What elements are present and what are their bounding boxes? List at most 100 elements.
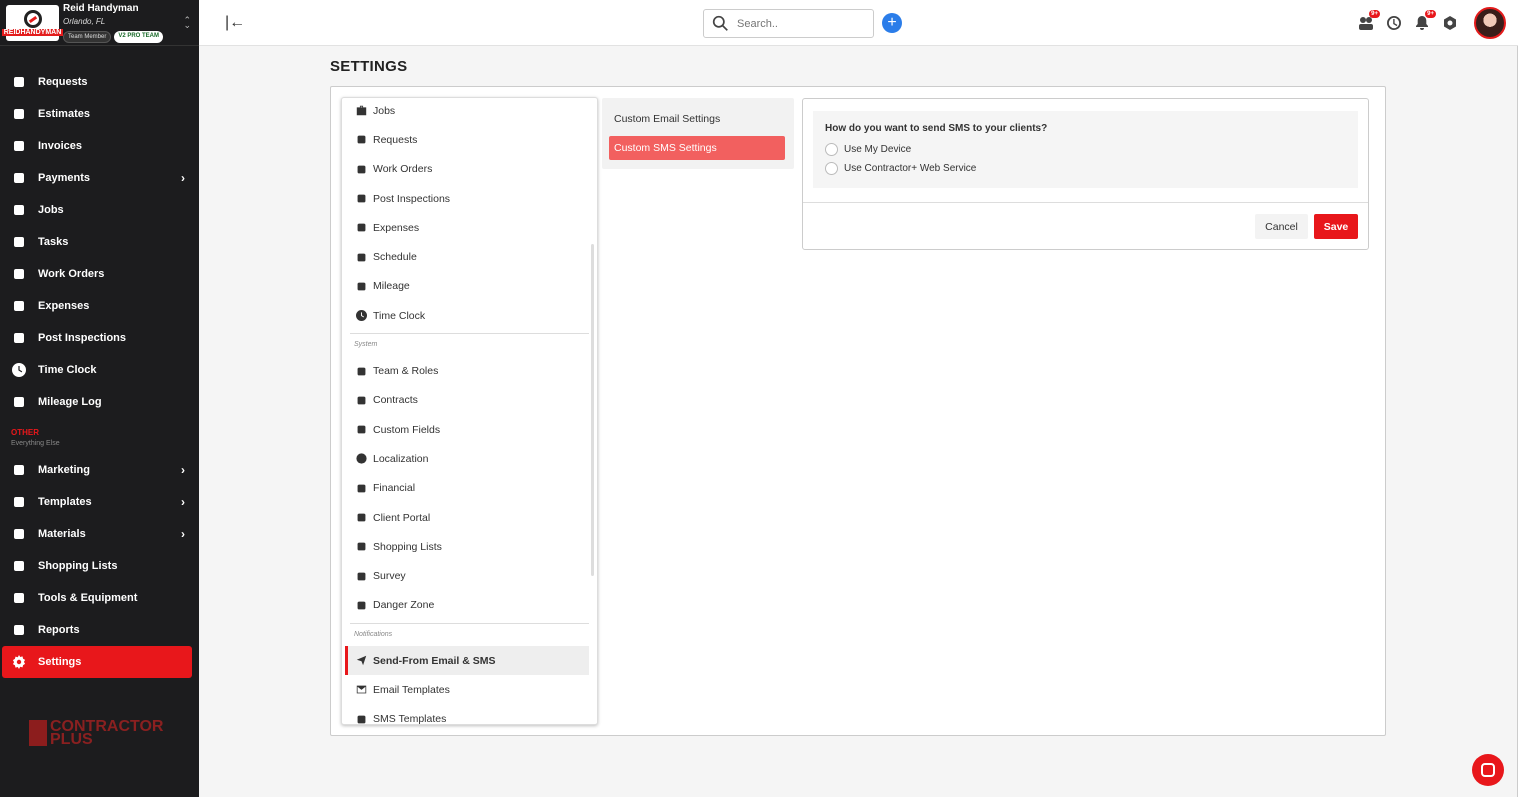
settings-menu-item-contracts[interactable]: Contracts: [342, 386, 597, 415]
sidebar-item-requests[interactable]: Requests: [0, 66, 199, 98]
invoices-icon: [11, 139, 26, 154]
settings-menu-item-time-clock[interactable]: Time Clock: [342, 301, 597, 330]
settings-menu-item-send-from-email-sms[interactable]: Send-From Email & SMS: [345, 646, 589, 676]
settings-menu-item-financial[interactable]: Financial: [342, 474, 597, 503]
clock-icon: [356, 310, 367, 322]
quick-add-button[interactable]: +: [882, 13, 902, 33]
expenses-icon: [11, 299, 26, 314]
payments-icon: [11, 171, 26, 186]
search-icon: [712, 15, 728, 31]
sidebar-item-work-orders[interactable]: Work Orders: [0, 258, 199, 290]
settings-menu-item-team-roles[interactable]: Team & Roles: [342, 356, 597, 385]
history-clock-icon[interactable]: [1386, 15, 1402, 31]
clock-icon: [11, 363, 26, 378]
sidebar-item-estimates[interactable]: Estimates: [0, 98, 199, 130]
user-avatar[interactable]: [1474, 7, 1506, 39]
settings-menu-item-localization[interactable]: Localization: [342, 444, 597, 473]
requests-icon: [356, 134, 367, 145]
use-web-service-option[interactable]: Use Contractor+ Web Service: [825, 162, 976, 175]
settings-menu-item-mileage[interactable]: Mileage: [342, 272, 597, 301]
gear-icon: [11, 655, 26, 670]
settings-menu-label: Send-From Email & SMS: [373, 654, 496, 667]
chevron-right-icon: ›: [181, 463, 185, 477]
settings-menu-item-jobs[interactable]: Jobs: [342, 98, 597, 125]
sidebar-item-tools-equipment[interactable]: Tools & Equipment: [0, 582, 199, 614]
cancel-button[interactable]: Cancel: [1255, 214, 1308, 239]
requests-icon: [11, 75, 26, 90]
sidebar-item-label: Work Orders: [38, 268, 105, 280]
sidebar-item-jobs[interactable]: Jobs: [0, 194, 199, 226]
search-input[interactable]: [737, 17, 857, 30]
settings-menu-item-sms-templates[interactable]: SMS Templates: [342, 705, 597, 724]
settings-menu-item-email-templates[interactable]: Email Templates: [342, 675, 597, 704]
sidebar-item-label: Shopping Lists: [38, 560, 118, 572]
team-chat-icon[interactable]: 9+: [1358, 10, 1380, 31]
materials-icon: [11, 527, 26, 542]
sidebar-item-label: Tools & Equipment: [38, 592, 138, 604]
chat-icon: [1481, 763, 1495, 777]
sidebar-item-payments[interactable]: Payments ›: [0, 162, 199, 194]
jobs-icon: [11, 203, 26, 218]
chevron-right-icon: ›: [181, 527, 185, 541]
bell-icon[interactable]: 9+: [1414, 10, 1436, 31]
support-chat-button[interactable]: [1472, 754, 1504, 786]
save-button[interactable]: Save: [1314, 214, 1358, 239]
post-inspections-icon: [356, 193, 367, 204]
estimates-icon: [11, 107, 26, 122]
settings-menu-label: Client Portal: [373, 511, 431, 524]
settings-menu-item-client-portal[interactable]: Client Portal: [342, 503, 597, 532]
reports-icon: [11, 623, 26, 638]
sidebar-item-tasks[interactable]: Tasks: [0, 226, 199, 258]
sidebar-item-time-clock[interactable]: Time Clock: [0, 354, 199, 386]
settings-menu-item-shopping-lists[interactable]: Shopping Lists: [342, 532, 597, 561]
settings-menu: Jobs Requests Work Orders Post Inspections E…: [341, 97, 598, 725]
settings-menu-item-requests[interactable]: Requests: [342, 125, 597, 154]
tools-icon: [11, 591, 26, 606]
settings-menu-label: Expenses: [373, 221, 420, 234]
sidebar-item-shopping-lists[interactable]: Shopping Lists: [0, 550, 199, 582]
sidebar-item-invoices[interactable]: Invoices: [0, 130, 199, 162]
settings-menu-item-post-inspections[interactable]: Post Inspections: [342, 184, 597, 213]
settings-menu-label: Shopping Lists: [373, 540, 442, 553]
plan-badge: V2 PRO TEAM: [114, 30, 164, 43]
settings-menu-item-custom-fields[interactable]: Custom Fields: [342, 415, 597, 444]
sidebar-item-settings[interactable]: Settings: [2, 646, 192, 678]
radio-button[interactable]: [825, 143, 838, 156]
settings-menu-label: Localization: [373, 452, 429, 465]
briefcase-icon: [356, 105, 367, 116]
collapse-sidebar-icon[interactable]: |←: [225, 14, 245, 32]
send-from-submenu: Custom Email Settings Custom SMS Setting…: [602, 98, 794, 169]
client-portal-icon: [356, 512, 367, 523]
sidebar-item-post-inspections[interactable]: Post Inspections: [0, 322, 199, 354]
sidebar-item-templates[interactable]: Templates ›: [0, 486, 199, 518]
custom-sms-settings-tab[interactable]: Custom SMS Settings: [609, 136, 785, 160]
settings-menu-item-survey[interactable]: Survey: [342, 561, 597, 590]
custom-email-settings-tab[interactable]: Custom Email Settings: [609, 107, 785, 131]
settings-menu-item-work-orders[interactable]: Work Orders: [342, 155, 597, 184]
radio-button[interactable]: [825, 162, 838, 175]
settings-menu-label: Requests: [373, 133, 418, 146]
settings-menu-item-expenses[interactable]: Expenses: [342, 213, 597, 242]
contracts-icon: [356, 395, 367, 406]
sidebar-item-mileage-log[interactable]: Mileage Log: [0, 386, 199, 418]
sidebar-item-materials[interactable]: Materials ›: [0, 518, 199, 550]
settings-menu-label: Work Orders: [373, 163, 433, 176]
settings-menu-item-danger-zone[interactable]: Danger Zone: [342, 591, 597, 620]
switcher-caret-icon: ⌃ ⌄: [183, 15, 191, 30]
sidebar-item-label: Mileage Log: [38, 396, 102, 408]
menu-scrollbar[interactable]: [591, 244, 594, 576]
company-switcher[interactable]: REIDHANDYMAN Reid Handyman Orlando, FL T…: [0, 0, 199, 46]
sidebar-item-marketing[interactable]: Marketing ›: [0, 454, 199, 486]
financial-icon: [356, 483, 367, 494]
help-icon[interactable]: [1442, 15, 1458, 31]
settings-menu-item-schedule[interactable]: Schedule: [342, 242, 597, 271]
shopping-lists-icon: [11, 559, 26, 574]
marketing-icon: [11, 463, 26, 478]
use-my-device-option[interactable]: Use My Device: [825, 143, 911, 156]
sidebar-item-expenses[interactable]: Expenses: [0, 290, 199, 322]
search-box[interactable]: [703, 9, 874, 38]
settings-menu-label: Danger Zone: [373, 599, 435, 612]
sidebar-item-label: Reports: [38, 624, 80, 636]
company-logo: REIDHANDYMAN: [1, 4, 64, 41]
sidebar-item-reports[interactable]: Reports: [0, 614, 199, 646]
